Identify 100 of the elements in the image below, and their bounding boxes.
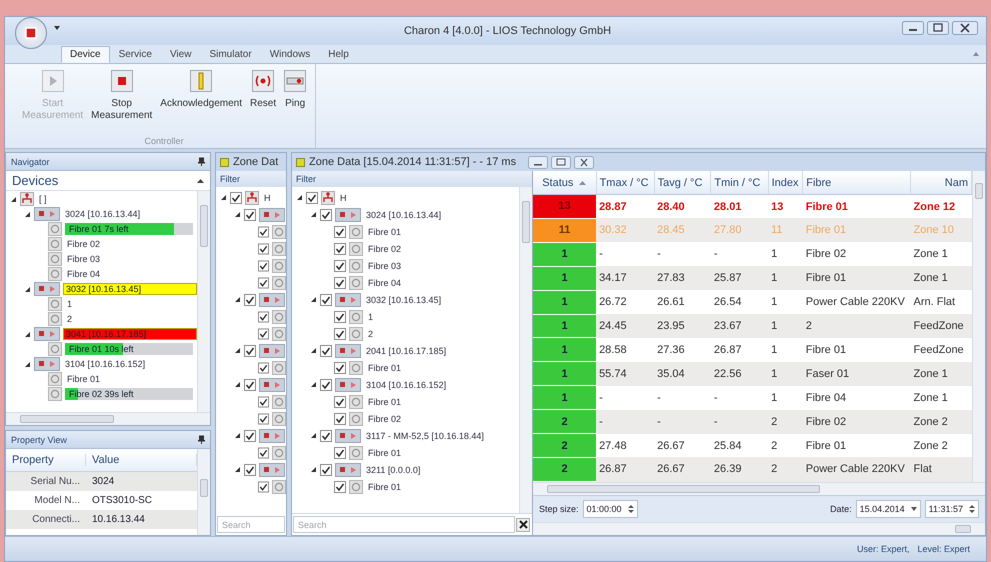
checkbox[interactable] xyxy=(320,378,332,390)
fibre-label[interactable]: 2 xyxy=(366,328,376,338)
search-field[interactable]: Search xyxy=(217,516,285,533)
fibre-label[interactable]: 2 xyxy=(65,314,74,324)
checkbox[interactable] xyxy=(258,480,269,492)
vertical-scrollbar[interactable] xyxy=(519,187,532,513)
expand-arrow-icon[interactable] xyxy=(24,360,31,368)
clear-search-button[interactable] xyxy=(516,518,530,532)
expand-arrow-icon[interactable] xyxy=(234,432,241,439)
checkbox[interactable] xyxy=(334,276,346,288)
ribbon-button[interactable]: Stop Measurement xyxy=(88,68,156,124)
scroll-up-icon[interactable] xyxy=(197,178,204,183)
device-label[interactable]: 3024 [10.16.13.44] xyxy=(364,210,444,220)
column-header[interactable]: Fibre xyxy=(802,171,911,194)
expand-arrow-icon[interactable] xyxy=(24,330,31,338)
expand-arrow-icon[interactable] xyxy=(310,296,317,303)
expand-arrow-icon[interactable] xyxy=(234,466,241,473)
horizontal-scrollbar[interactable] xyxy=(533,522,985,535)
checkbox[interactable] xyxy=(334,226,346,238)
checkbox[interactable] xyxy=(334,260,346,272)
fibre-label[interactable]: Fibre 01 xyxy=(366,226,404,236)
device-label[interactable]: 3024 [10.16.13.44] xyxy=(63,209,142,219)
pin-icon[interactable] xyxy=(198,157,205,166)
expand-arrow-icon[interactable] xyxy=(296,194,303,201)
fibre-label[interactable]: Fibre 01 xyxy=(65,374,102,384)
column-header[interactable]: Status xyxy=(533,171,596,194)
column-header[interactable]: Tavg / °C xyxy=(654,171,711,194)
close-icon[interactable] xyxy=(952,21,978,35)
fibre-label[interactable]: Fibre 04 xyxy=(366,278,404,288)
device-label[interactable]: 3211 [0.0.0.0] xyxy=(364,464,422,474)
fibre-label[interactable]: 1 xyxy=(366,312,376,322)
checkbox[interactable] xyxy=(244,294,256,306)
checkbox[interactable] xyxy=(258,226,269,238)
device-label[interactable]: 3041 [10.16.17.185] xyxy=(63,328,197,340)
ribbon-tab[interactable]: Simulator xyxy=(200,46,261,63)
ribbon-tab[interactable]: Device xyxy=(61,46,110,63)
device-label[interactable]: 3117 - MM-52,5 [10.16.18.44] xyxy=(364,430,486,440)
ribbon-button[interactable]: Acknowledgement xyxy=(157,68,245,112)
checkbox[interactable] xyxy=(334,412,346,424)
expand-arrow-icon[interactable] xyxy=(234,381,241,388)
fibre-label[interactable]: Fibre 01 xyxy=(366,448,404,458)
root-label[interactable]: H xyxy=(262,192,272,202)
expand-arrow-icon[interactable] xyxy=(310,466,317,473)
checkbox[interactable] xyxy=(320,344,332,356)
device-label[interactable]: 3032 [10.16.13.45] xyxy=(63,283,197,295)
horizontal-scrollbar[interactable] xyxy=(533,482,985,496)
minimize-icon[interactable] xyxy=(528,156,548,168)
column-header[interactable]: Tmax / °C xyxy=(596,171,654,194)
close-icon[interactable] xyxy=(574,156,594,168)
device-label[interactable]: 2041 [10.16.17.185] xyxy=(364,346,448,356)
app-menu-button[interactable] xyxy=(15,17,47,49)
expand-arrow-icon[interactable] xyxy=(310,211,317,218)
ribbon-button[interactable]: Reset xyxy=(247,68,280,112)
expand-arrow-icon[interactable] xyxy=(10,196,17,202)
checkbox[interactable] xyxy=(334,328,346,340)
checkbox[interactable] xyxy=(258,362,269,374)
vertical-scrollbar[interactable] xyxy=(197,191,210,412)
ribbon-tab[interactable]: Help xyxy=(319,46,358,63)
checkbox[interactable] xyxy=(244,344,256,356)
checkbox[interactable] xyxy=(306,192,318,204)
expand-arrow-icon[interactable] xyxy=(310,347,317,354)
step-size-field[interactable]: 01:00:00 xyxy=(582,500,638,518)
expand-arrow-icon[interactable] xyxy=(24,286,31,292)
vertical-scrollbar[interactable] xyxy=(197,449,210,535)
checkbox[interactable] xyxy=(334,362,346,374)
expand-arrow-icon[interactable] xyxy=(24,210,31,218)
maximize-icon[interactable] xyxy=(551,156,572,168)
fibre-label[interactable]: Fibre 01 7s left xyxy=(65,224,129,234)
checkbox[interactable] xyxy=(258,446,269,458)
date-field[interactable]: 15.04.2014 xyxy=(856,500,921,518)
device-label[interactable]: 3104 [10.16.16.152] xyxy=(364,380,448,390)
fibre-label[interactable]: Fibre 01 xyxy=(366,362,404,372)
checkbox[interactable] xyxy=(244,430,256,442)
checkbox[interactable] xyxy=(334,242,346,254)
fibre-label[interactable]: Fibre 01 xyxy=(366,482,404,492)
checkbox[interactable] xyxy=(258,260,269,272)
checkbox[interactable] xyxy=(320,208,332,220)
checkbox[interactable] xyxy=(258,310,269,322)
checkbox[interactable] xyxy=(258,328,269,340)
search-field[interactable]: Search xyxy=(293,516,515,533)
horizontal-scrollbar[interactable] xyxy=(6,412,210,425)
checkbox[interactable] xyxy=(258,276,269,288)
dropdown-caret-icon[interactable] xyxy=(53,23,61,31)
checkbox[interactable] xyxy=(230,192,242,204)
fibre-label[interactable]: Fibre 01 xyxy=(366,396,404,406)
checkbox[interactable] xyxy=(258,242,269,254)
device-label[interactable]: 3104 [10.16.16.152] xyxy=(63,359,148,369)
fibre-label[interactable]: Fibre 02 xyxy=(65,239,102,249)
column-header[interactable]: Tmin / °C xyxy=(710,171,768,194)
ribbon-tab[interactable]: Windows xyxy=(260,46,320,63)
time-field[interactable]: 11:31:57 xyxy=(924,500,979,518)
expand-arrow-icon[interactable] xyxy=(234,296,241,303)
checkbox[interactable] xyxy=(334,446,346,458)
checkbox[interactable] xyxy=(258,396,269,408)
expand-arrow-icon[interactable] xyxy=(310,432,317,439)
checkbox[interactable] xyxy=(334,480,346,492)
checkbox[interactable] xyxy=(244,464,256,476)
pin-icon[interactable] xyxy=(198,435,205,444)
checkbox[interactable] xyxy=(244,208,256,220)
vertical-scrollbar[interactable] xyxy=(972,171,985,482)
